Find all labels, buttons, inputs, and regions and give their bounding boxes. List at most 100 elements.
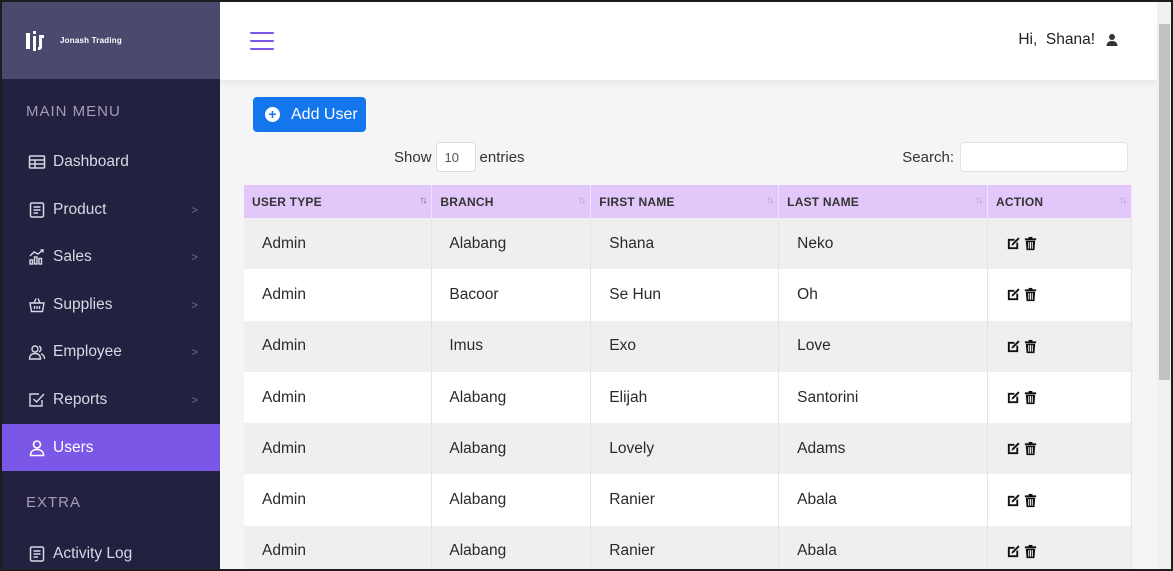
cell-first-name: Ranier (590, 474, 780, 526)
sidebar-item-activity-log[interactable]: Activity Log (2, 530, 220, 569)
column-label: ACTION (996, 194, 1044, 209)
cell-user-type: Admin (244, 371, 433, 424)
sidebar: Jonash Trading MAIN MENU Dashboard Produ… (2, 2, 220, 569)
sort-icon: ↑↓ (1119, 195, 1127, 206)
cell-last-name: Abala (778, 474, 989, 526)
table-row: Admin Imus Exo Love (244, 320, 1132, 372)
document-icon (27, 544, 47, 564)
dashboard-icon (27, 152, 47, 172)
trash-icon[interactable] (1023, 544, 1038, 559)
trash-icon[interactable] (1023, 339, 1038, 354)
trash-icon[interactable] (1023, 390, 1038, 405)
sidebar-item-users[interactable]: Users (2, 424, 220, 471)
cell-first-name: Se Hun (590, 269, 780, 321)
plus-circle-icon: + (265, 107, 280, 122)
cell-last-name: Neko (778, 218, 989, 270)
cell-action (987, 269, 1132, 321)
column-header-user-type[interactable]: USER TYPE ↑↓ (244, 185, 433, 218)
show-label: Show (394, 148, 432, 166)
sidebar-item-employee[interactable]: Employee > (2, 328, 220, 375)
add-user-button[interactable]: + Add User (253, 97, 366, 132)
cell-branch: Alabang (431, 423, 592, 475)
cell-branch: Alabang (431, 218, 592, 270)
row-actions (1006, 339, 1131, 354)
users-icon (27, 342, 47, 362)
hamburger-menu-icon[interactable] (250, 32, 274, 52)
greeting-text: Hi, Shana! (1018, 31, 1095, 48)
column-header-action[interactable]: ACTION ↑↓ (987, 185, 1132, 218)
sidebar-item-label: Activity Log (53, 544, 133, 562)
add-user-label: Add User (291, 105, 358, 123)
cell-action (987, 525, 1132, 569)
table-row: Admin Alabang Ranier Abala (244, 525, 1132, 569)
cell-action (987, 423, 1132, 475)
edit-icon[interactable] (1006, 493, 1021, 508)
cell-first-name: Lovely (590, 423, 780, 475)
column-label: USER TYPE (252, 194, 322, 209)
cell-first-name: Elijah (590, 371, 780, 424)
entries-select[interactable]: 10 (435, 142, 476, 172)
column-label: FIRST NAME (599, 194, 675, 209)
sidebar-item-label: Supplies (53, 295, 113, 313)
cell-branch: Alabang (431, 474, 592, 526)
column-header-branch[interactable]: BRANCH ↑↓ (431, 185, 592, 218)
brand[interactable]: Jonash Trading (2, 2, 220, 79)
row-actions (1006, 441, 1131, 456)
column-header-last-name[interactable]: LAST NAME ↑↓ (778, 185, 989, 218)
sidebar-item-label: Employee (53, 342, 122, 360)
trash-icon[interactable] (1023, 493, 1038, 508)
chevron-right-icon: > (190, 249, 198, 264)
cell-branch: Bacoor (431, 269, 592, 321)
edit-icon[interactable] (1006, 339, 1021, 354)
user-greeting[interactable]: Hi, Shana! (1018, 31, 1119, 49)
table-row: Admin Alabang Shana Neko (244, 218, 1132, 270)
trash-icon[interactable] (1023, 236, 1038, 251)
cell-user-type: Admin (244, 320, 433, 372)
edit-icon[interactable] (1006, 390, 1021, 405)
sidebar-item-reports[interactable]: Reports > (2, 376, 220, 423)
table-row: Admin Alabang Lovely Adams (244, 423, 1132, 475)
sidebar-item-product[interactable]: Product > (2, 186, 220, 233)
scrollbar-thumb[interactable] (1159, 24, 1170, 380)
edit-icon[interactable] (1006, 544, 1021, 559)
user-icon (27, 438, 47, 458)
row-actions (1006, 493, 1131, 508)
cell-last-name: Abala (778, 525, 989, 569)
sidebar-item-sales[interactable]: Sales > (2, 233, 220, 280)
column-label: LAST NAME (787, 194, 859, 209)
main-menu-title: MAIN MENU (26, 103, 121, 120)
entries-length-control: Show 10 entries (394, 142, 525, 172)
column-header-first-name[interactable]: FIRST NAME ↑↓ (590, 185, 780, 218)
sort-icon: ↑↓ (419, 195, 427, 206)
trash-icon[interactable] (1023, 441, 1038, 456)
cell-last-name: Love (778, 320, 989, 372)
edit-icon[interactable] (1006, 441, 1021, 456)
cell-user-type: Admin (244, 218, 433, 270)
cell-first-name: Ranier (590, 525, 780, 569)
table-row: Admin Bacoor Se Hun Oh (244, 269, 1132, 321)
cell-first-name: Exo (590, 320, 780, 372)
trash-icon[interactable] (1023, 287, 1038, 302)
search-label: Search: (902, 148, 954, 166)
row-actions (1006, 287, 1131, 302)
cell-action (987, 218, 1132, 270)
cell-branch: Alabang (431, 371, 592, 424)
entries-label: entries (479, 148, 525, 166)
chevron-right-icon: > (190, 297, 198, 312)
sort-icon: ↑↓ (578, 195, 586, 206)
cell-user-type: Admin (244, 423, 433, 475)
topbar: Hi, Shana! (220, 2, 1157, 80)
cell-first-name: Shana (590, 218, 780, 270)
vertical-scrollbar[interactable] (1157, 2, 1171, 569)
cell-action (987, 371, 1132, 424)
sidebar-item-dashboard[interactable]: Dashboard (2, 138, 220, 185)
cell-branch: Alabang (431, 525, 592, 569)
search-input[interactable] (960, 142, 1128, 172)
edit-icon[interactable] (1006, 287, 1021, 302)
brand-name: Jonash Trading (60, 36, 122, 45)
sidebar-item-label: Sales (53, 247, 92, 265)
sidebar-item-supplies[interactable]: Supplies > (2, 281, 220, 328)
cell-action (987, 474, 1132, 526)
cell-last-name: Oh (778, 269, 989, 321)
edit-icon[interactable] (1006, 236, 1021, 251)
